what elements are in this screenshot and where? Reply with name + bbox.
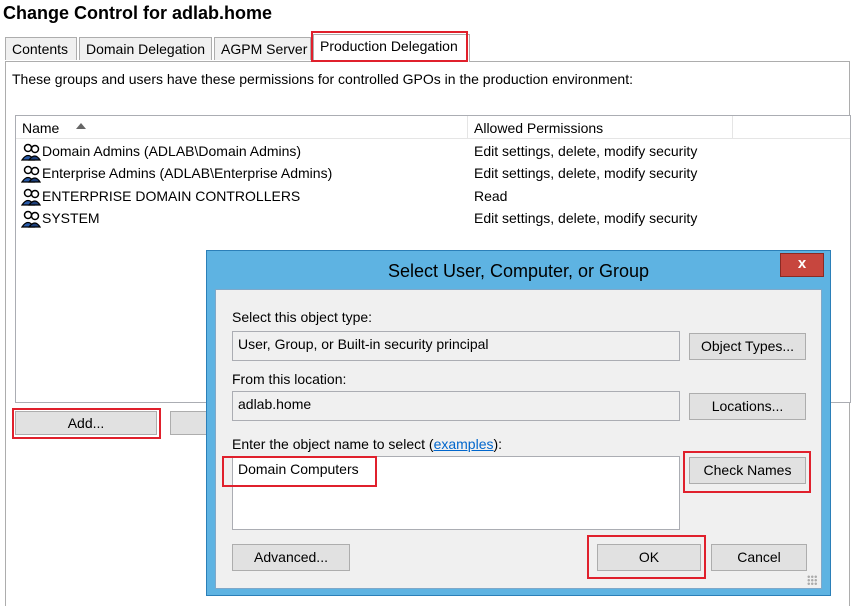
list-item[interactable]: Enterprise Admins (ADLAB\Enterprise Admi… — [16, 163, 850, 185]
column-header-name[interactable]: Name — [16, 116, 468, 138]
principal-name-cell: Enterprise Admins (ADLAB\Enterprise Admi… — [21, 165, 332, 183]
dialog-title: Select User, Computer, or Group — [387, 261, 650, 281]
highlight-object-name — [222, 456, 377, 487]
cancel-button[interactable]: Cancel — [711, 544, 807, 571]
principal-name-cell: Domain Admins (ADLAB\Domain Admins) — [21, 143, 301, 161]
allowed-permissions-cell: Edit settings, delete, modify security — [474, 165, 698, 181]
highlight-add-button — [12, 408, 161, 439]
group-users-icon — [21, 189, 41, 206]
object-name-label-prefix: Enter the object name to select ( — [232, 436, 434, 452]
principal-name: SYSTEM — [42, 210, 100, 226]
object-types-button[interactable]: Object Types... — [689, 333, 806, 360]
principal-name: ENTERPRISE DOMAIN CONTROLLERS — [42, 188, 301, 204]
advanced-button[interactable]: Advanced... — [232, 544, 350, 571]
list-item[interactable]: ENTERPRISE DOMAIN CONTROLLERS Read — [16, 186, 850, 208]
group-users-icon — [21, 166, 41, 183]
object-name-label-suffix: ): — [493, 436, 503, 452]
sort-ascending-icon — [76, 123, 86, 129]
allowed-permissions-cell: Read — [474, 188, 508, 204]
highlight-ok-button — [587, 535, 706, 579]
principal-name-cell: SYSTEM — [21, 210, 100, 228]
highlight-check-names — [683, 451, 811, 493]
list-header: Name Allowed Permissions — [16, 116, 850, 139]
close-icon[interactable]: x — [780, 253, 824, 277]
principal-name-cell: ENTERPRISE DOMAIN CONTROLLERS — [21, 188, 300, 206]
dialog-client-area: Select this object type: User, Group, or… — [215, 289, 822, 589]
object-type-label: Select this object type: — [232, 309, 373, 325]
highlight-production-delegation-tab — [311, 31, 468, 62]
locations-button[interactable]: Locations... — [689, 393, 806, 420]
remove-button-partial[interactable] — [170, 411, 210, 435]
location-label: From this location: — [232, 371, 347, 387]
principal-name: Enterprise Admins (ADLAB\Enterprise Admi… — [42, 165, 333, 181]
principal-name: Domain Admins (ADLAB\Domain Admins) — [42, 143, 302, 159]
location-field: adlab.home — [232, 391, 680, 421]
select-principal-dialog: Select User, Computer, or Group x Select… — [206, 250, 831, 596]
resize-grip-icon[interactable] — [807, 575, 817, 585]
column-name-label: Name — [22, 120, 60, 136]
list-item[interactable]: Domain Admins (ADLAB\Domain Admins) Edit… — [16, 141, 850, 163]
examples-link[interactable]: examples — [434, 436, 494, 452]
tab-domain-delegation[interactable]: Domain Delegation — [79, 37, 212, 60]
allowed-permissions-cell: Edit settings, delete, modify security — [474, 210, 698, 226]
window-title: Change Control for adlab.home — [3, 3, 273, 23]
tab-contents[interactable]: Contents — [5, 37, 77, 60]
column-header-permissions[interactable]: Allowed Permissions — [468, 116, 733, 138]
group-users-icon — [21, 211, 41, 228]
object-name-label: Enter the object name to select (example… — [232, 436, 502, 452]
allowed-permissions-cell: Edit settings, delete, modify security — [474, 143, 698, 159]
permissions-description: These groups and users have these permis… — [12, 71, 633, 87]
list-item[interactable]: SYSTEM Edit settings, delete, modify sec… — [16, 208, 850, 230]
group-users-icon — [21, 144, 41, 161]
object-type-field: User, Group, or Built-in security princi… — [232, 331, 680, 361]
tab-agpm-server[interactable]: AGPM Server — [214, 37, 311, 60]
